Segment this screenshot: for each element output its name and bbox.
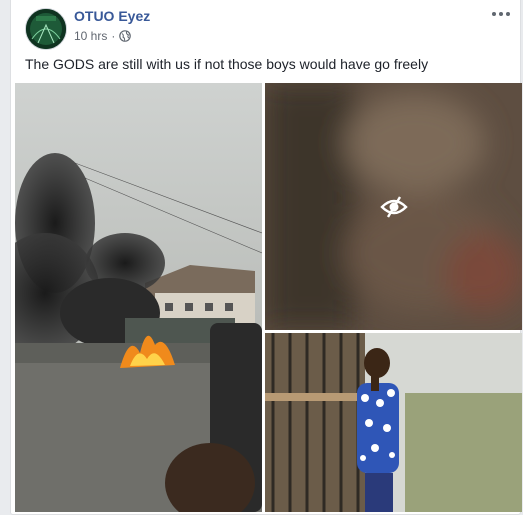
post-caption: The GODS are still with us if not those …	[25, 56, 429, 72]
blurred-hidden-photo[interactable]	[265, 83, 522, 330]
girl-portrait-photo[interactable]	[265, 333, 522, 512]
eye-slash-icon[interactable]	[379, 195, 409, 219]
meta-separator: ·	[111, 29, 116, 43]
fire-scene-photo[interactable]	[15, 83, 262, 512]
post-timestamp[interactable]: 10 hrs	[74, 29, 107, 43]
more-options-icon[interactable]	[490, 6, 512, 22]
page-name-link[interactable]: OTUO Eyez	[74, 8, 150, 24]
globe-icon[interactable]	[119, 30, 132, 42]
post-card: OTUO Eyez 10 hrs · The GODS are still wi…	[10, 0, 522, 515]
page-avatar[interactable]	[25, 8, 67, 50]
post-meta: 10 hrs ·	[74, 29, 132, 43]
avatar-logo	[26, 9, 66, 49]
